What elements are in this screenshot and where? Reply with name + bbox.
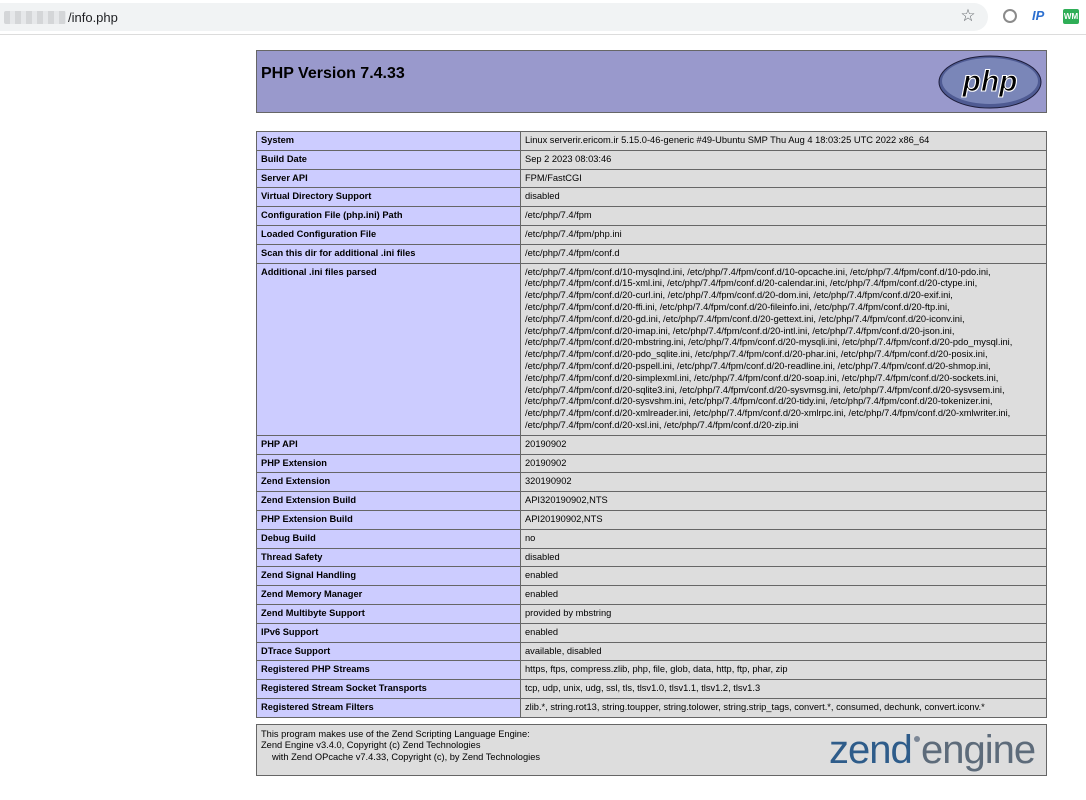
info-value: https, ftps, compress.zlib, php, file, g… [520, 660, 1047, 681]
php-logo-text: php [962, 65, 1018, 98]
info-value: enabled [520, 585, 1047, 605]
zend-logo-word: zend [829, 728, 912, 772]
info-value: disabled [520, 547, 1047, 568]
php-logo-icon[interactable]: php [938, 54, 1042, 110]
info-key: PHP API [256, 434, 521, 455]
info-value: /etc/php/7.4/fpm/conf.d/10-mysqlnd.ini, … [520, 262, 1047, 436]
credits-line: with Zend OPcache v7.4.33, Copyright (c)… [272, 752, 541, 763]
info-row: Virtual Directory Support disabled [256, 187, 1047, 208]
info-key: Thread Safety [256, 547, 521, 568]
blurred-host [4, 11, 66, 24]
info-row: Build Date Sep 2 2023 08:03:46 [256, 149, 1047, 170]
info-value: Sep 2 2023 08:03:46 [520, 149, 1047, 170]
info-row: IPv6 Support enabled [256, 622, 1047, 643]
php-header: PHP Version 7.4.33 php [256, 50, 1047, 113]
info-key: Virtual Directory Support [256, 187, 521, 208]
credits-line: This program makes use of the Zend Scrip… [261, 728, 530, 739]
info-value: tcp, udp, unix, udg, ssl, tls, tlsv1.0, … [520, 679, 1047, 699]
info-value: Linux serverir.ericom.ir 5.15.0-46-gener… [520, 131, 1047, 151]
info-key: Server API [256, 168, 521, 189]
info-row: Registered PHP Streams https, ftps, compr… [256, 660, 1047, 681]
info-value: /etc/php/7.4/fpm/conf.d [520, 243, 1047, 264]
info-key: Loaded Configuration File [256, 224, 521, 245]
info-key: Zend Memory Manager [256, 585, 521, 605]
info-value: 20190902 [520, 453, 1047, 474]
info-value: available, disabled [520, 641, 1047, 662]
info-row: Loaded Configuration File/etc/php/7.4/fp… [256, 224, 1047, 245]
info-row: Thread Safety disabled [256, 547, 1047, 568]
info-key: System [256, 131, 521, 151]
info-value: provided by mbstring [520, 603, 1047, 624]
info-key: Zend Signal Handling [256, 566, 521, 587]
info-value: 320190902 [520, 472, 1047, 493]
info-row: System Linux serverir.ericom.ir 5.15.0-46… [256, 131, 1047, 151]
info-row: Registered Stream Filters zlib.*, string.… [256, 697, 1047, 718]
info-row: PHP Extension 20190902 [256, 453, 1047, 474]
credits-line: Zend Engine v3.4.0, Copyright (c) Zend T… [261, 740, 481, 751]
info-row: Additional .ini files parsed/etc/php/7.4… [256, 262, 1047, 436]
extension-circle-icon[interactable] [1003, 9, 1017, 23]
phpinfo-page: PHP Version 7.4.33 php System Linux serve… [256, 50, 1047, 776]
info-value: FPM/FastCGI [520, 168, 1047, 189]
info-value: zlib.*, string.rot13, string.toupper, st… [520, 697, 1047, 718]
info-row: Configuration File (php.ini) Path/etc/ph… [256, 206, 1047, 226]
info-row: Zend Extension Build API320190902,NTS [256, 491, 1047, 511]
info-value: enabled [520, 622, 1047, 643]
info-key: Zend Extension Build [256, 491, 521, 511]
info-key: DTrace Support [256, 641, 521, 662]
info-key: Scan this dir for additional .ini files [256, 243, 521, 264]
info-row: Zend Signal Handling enabled [256, 566, 1047, 587]
info-key: Build Date [256, 149, 521, 170]
extension-ip-icon[interactable]: IP [1032, 7, 1050, 25]
info-key: Zend Multibyte Support [256, 603, 521, 624]
info-value: disabled [520, 187, 1047, 208]
page-title: PHP Version 7.4.33 [261, 65, 405, 82]
info-row: Debug Build no [256, 528, 1047, 549]
php-header-table: PHP Version 7.4.33 php [256, 50, 1047, 113]
info-key: PHP Extension Build [256, 509, 521, 530]
info-row: Zend Extension 320190902 [256, 472, 1047, 493]
browser-toolbar: /info.php ☆ IP WM [0, 0, 1086, 35]
address-bar[interactable]: /info.php ☆ [0, 3, 988, 31]
info-row: Scan this dir for additional .ini files /… [256, 243, 1047, 264]
info-key: Registered Stream Filters [256, 697, 521, 718]
info-value: no [520, 528, 1047, 549]
info-row: DTrace Support available, disabled [256, 641, 1047, 662]
info-value: /etc/php/7.4/fpm/php.ini [520, 224, 1047, 245]
info-key: Zend Extension [256, 472, 521, 493]
zend-credits-box: This program makes use of the Zend Scrip… [256, 723, 1047, 776]
info-value: enabled [520, 566, 1047, 587]
extension-wm-icon[interactable]: WM [1063, 9, 1079, 24]
info-key: Registered Stream Socket Transports [256, 679, 521, 699]
info-row: PHP Extension Build API20190902,NTS [256, 509, 1047, 530]
info-table: System Linux serverir.ericom.ir 5.15.0-46… [256, 131, 1047, 718]
info-key: Additional .ini files parsed [256, 262, 521, 436]
info-key: Debug Build [256, 528, 521, 549]
info-row: Registered Stream Socket Transports tcp, … [256, 679, 1047, 699]
info-row: Server API FPM/FastCGI [256, 168, 1047, 189]
info-row: Zend Multibyte Support provided by mbstri… [256, 603, 1047, 624]
url-path[interactable]: /info.php [68, 10, 118, 25]
zend-engine-logo-icon[interactable]: zend engine [829, 727, 1045, 773]
engine-logo-word: engine [921, 728, 1035, 772]
info-key: Configuration File (php.ini) Path [256, 206, 521, 226]
info-key: Registered PHP Streams [256, 660, 521, 681]
info-value: API320190902,NTS [520, 491, 1047, 511]
bookmark-star-icon[interactable]: ☆ [959, 7, 977, 25]
info-row: PHP API 20190902 [256, 434, 1047, 455]
info-row: Zend Memory Manager enabled [256, 585, 1047, 605]
info-value: 20190902 [520, 434, 1047, 455]
info-value: /etc/php/7.4/fpm [520, 206, 1047, 226]
info-key: PHP Extension [256, 453, 521, 474]
info-key: IPv6 Support [256, 622, 521, 643]
info-table-body: System Linux serverir.ericom.ir 5.15.0-46… [256, 131, 1047, 718]
info-value: API20190902,NTS [520, 509, 1047, 530]
